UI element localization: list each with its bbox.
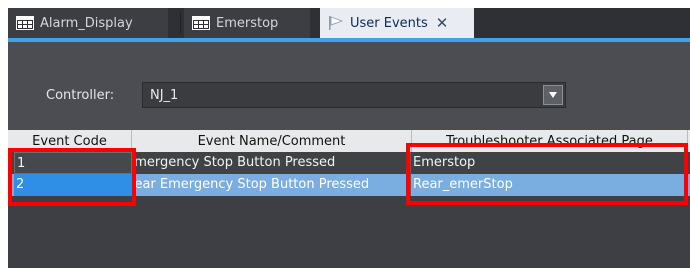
tab-label: User Events [350,15,428,31]
highlight-box-troubleshooter-pages [406,143,688,205]
grid-icon [192,16,210,30]
close-icon[interactable]: ✕ [436,14,449,32]
user-events-window: Alarm_Display Emerstop User Events ✕ Con… [8,8,690,268]
controller-label: Controller: [46,88,115,103]
tab-strip: Alarm_Display Emerstop User Events ✕ [8,8,690,38]
grid-icon [16,16,34,30]
dropdown-arrow-icon[interactable] [543,85,563,105]
controller-select[interactable]: NJ_1 [142,82,566,108]
tab-label: Emerstop [216,15,279,31]
flag-icon [328,15,344,31]
controller-value: NJ_1 [150,88,179,103]
column-header-event-name[interactable]: Event Name/Comment [132,130,412,152]
highlight-box-event-codes [8,148,136,206]
event-name-cell[interactable]: Emergency Stop Button Pressed [134,152,408,174]
tab-user-events[interactable]: User Events ✕ [320,8,474,38]
tab-emerstop[interactable]: Emerstop [184,8,310,38]
active-tab-underline [8,38,690,42]
event-name-cell[interactable]: Rear Emergency Stop Button Pressed [134,174,408,196]
tab-label: Alarm_Display [40,15,133,31]
tab-alarm-display[interactable]: Alarm_Display [8,8,168,38]
